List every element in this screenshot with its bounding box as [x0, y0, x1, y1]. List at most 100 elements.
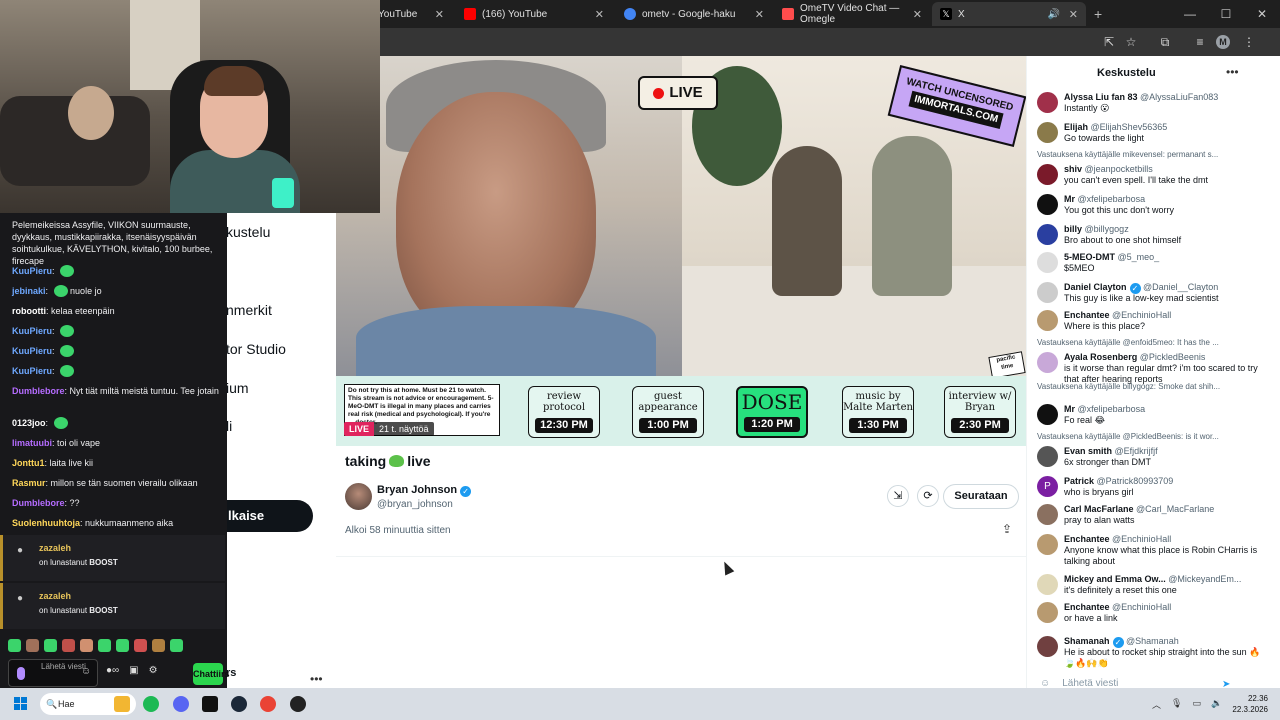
- browser-menu-icon[interactable]: ⋮: [1241, 34, 1257, 50]
- avatar[interactable]: [1037, 574, 1058, 595]
- spotify-icon[interactable]: [143, 696, 159, 712]
- avatar[interactable]: [1037, 252, 1058, 273]
- emote-icon[interactable]: [170, 639, 183, 652]
- chat-send-button[interactable]: Chattiirs: [193, 663, 230, 685]
- steam-icon[interactable]: [231, 696, 247, 712]
- chat-username[interactable]: KuuPieru: [12, 346, 52, 356]
- chat-username[interactable]: Suolenhuuhtoja: [12, 518, 80, 528]
- account-menu-icon[interactable]: •••: [310, 672, 323, 686]
- chat-username[interactable]: robootti: [12, 306, 46, 316]
- avatar[interactable]: [1037, 404, 1058, 425]
- chat-username[interactable]: Rasmur: [12, 478, 46, 488]
- avatar[interactable]: [1037, 92, 1058, 113]
- chrome-icon[interactable]: [260, 696, 276, 712]
- emote-icon[interactable]: [44, 639, 57, 652]
- windows-start-icon[interactable]: [14, 697, 28, 711]
- emote-picker-icon[interactable]: ☺: [81, 666, 91, 677]
- chat-author[interactable]: Elijah @ElijahShev56365: [1064, 122, 1167, 132]
- emote-icon[interactable]: [62, 639, 75, 652]
- avatar[interactable]: [1037, 310, 1058, 331]
- x-app-icon[interactable]: [202, 696, 218, 712]
- avatar[interactable]: [1037, 224, 1058, 245]
- chat-author[interactable]: 5-MEO-DMT @5_meo_: [1064, 252, 1159, 262]
- chat-username[interactable]: KuuPieru: [12, 326, 52, 336]
- avatar[interactable]: [1037, 636, 1058, 657]
- chat-author[interactable]: Carl MacFarlane @Carl_MacFarlane: [1064, 504, 1214, 514]
- chat-author[interactable]: Ayala Rosenberg @PickledBeenis: [1064, 352, 1205, 362]
- sidebar-item-chat[interactable]: kustelu: [226, 224, 270, 240]
- stream-chat-input[interactable]: Lähetä viesti ☺: [8, 659, 98, 687]
- emote-icon[interactable]: [116, 639, 129, 652]
- avatar[interactable]: [1037, 282, 1058, 303]
- tab-close-icon[interactable]: ✕: [595, 8, 604, 21]
- tray-expand-icon[interactable]: ︿: [1152, 698, 1161, 711]
- audio-playing-icon[interactable]: 🔊: [1048, 9, 1060, 20]
- chat-author[interactable]: Alyssa Liu fan 83 @AlyssaLiuFan083: [1064, 92, 1218, 102]
- host-avatar[interactable]: [345, 483, 372, 510]
- chat-author[interactable]: Mickey and Emma Ow... @MickeyandEm...: [1064, 574, 1241, 584]
- chat-author[interactable]: Mr @xfelipebarbosa: [1064, 404, 1145, 414]
- chat-author[interactable]: billy @billygogz: [1064, 224, 1129, 234]
- chat-username[interactable]: 0123joo: [12, 418, 46, 428]
- install-app-icon[interactable]: ⇱: [1101, 34, 1117, 50]
- browser-tab[interactable]: (166) YouTube ✕: [456, 2, 612, 26]
- extensions-icon[interactable]: ⧉: [1157, 34, 1173, 50]
- avatar[interactable]: [1037, 602, 1058, 623]
- emote-icon[interactable]: [26, 639, 39, 652]
- chat-username[interactable]: KuuPieru: [12, 266, 52, 276]
- chat-author[interactable]: Enchantee @EnchinioHall: [1064, 534, 1171, 544]
- taskbar-clock[interactable]: 22.36 22.3.2026: [1232, 693, 1268, 715]
- obs-icon[interactable]: [290, 696, 306, 712]
- sidebar-item-creator-studio[interactable]: tor Studio: [226, 341, 286, 357]
- minimize-player-icon[interactable]: ⇲: [887, 485, 909, 507]
- chat-username[interactable]: jebinaki: [12, 286, 46, 296]
- broadcast-video[interactable]: LIVE WATCH UNCENSORED IMMORTALS.COM paci…: [336, 56, 1026, 446]
- sidebar-item-premium[interactable]: ium: [226, 380, 249, 396]
- tab-close-icon[interactable]: ✕: [755, 8, 764, 21]
- chat-author[interactable]: shiv @jeanpocketbills: [1064, 164, 1153, 174]
- browser-tab[interactable]: ometv - Google-haku ✕: [616, 2, 772, 26]
- chat-username[interactable]: limatuubi: [12, 438, 52, 448]
- chat-author[interactable]: Evan smith @Efjdkrijfjf: [1064, 446, 1158, 456]
- emote-icon[interactable]: [98, 639, 111, 652]
- chat-author[interactable]: Enchantee @EnchinioHall: [1064, 310, 1171, 320]
- network-icon[interactable]: ▭: [1192, 698, 1201, 711]
- avatar[interactable]: [1037, 446, 1058, 467]
- chat-username[interactable]: Dumblebore: [12, 498, 65, 508]
- tab-close-icon[interactable]: ✕: [1069, 8, 1078, 21]
- close-window-icon[interactable]: ✕: [1244, 0, 1280, 28]
- bookmark-star-icon[interactable]: ☆: [1123, 34, 1139, 50]
- more-options-icon[interactable]: •••: [1226, 65, 1239, 79]
- tab-close-icon[interactable]: ✕: [913, 8, 922, 21]
- tab-close-icon[interactable]: ✕: [435, 8, 444, 21]
- avatar[interactable]: [1037, 534, 1058, 555]
- gift-icon[interactable]: ▣: [129, 665, 138, 676]
- browser-tab-active[interactable]: 𝕏 X 🔊 ✕: [932, 2, 1086, 26]
- avatar[interactable]: [1037, 194, 1058, 215]
- notifications-icon[interactable]: ⟳: [917, 485, 939, 507]
- sidebar-item-bookmarks[interactable]: nmerkit: [226, 302, 272, 318]
- avatar[interactable]: [1037, 164, 1058, 185]
- volume-icon[interactable]: 🔉: [1211, 698, 1222, 711]
- maximize-icon[interactable]: ☐: [1208, 0, 1244, 28]
- chat-username[interactable]: Jonttu1: [12, 458, 45, 468]
- chat-username[interactable]: Dumblebore: [12, 386, 65, 396]
- chat-author[interactable]: Enchantee @EnchinioHall: [1064, 602, 1171, 612]
- minimize-icon[interactable]: —: [1172, 0, 1208, 28]
- settings-gear-icon[interactable]: ⚙: [149, 665, 158, 676]
- follow-button[interactable]: Seurataan: [943, 484, 1019, 509]
- reading-list-icon[interactable]: ≡: [1192, 34, 1208, 50]
- chat-author[interactable]: Patrick @Patrick80993709: [1064, 476, 1173, 486]
- emote-icon[interactable]: [152, 639, 165, 652]
- avatar[interactable]: [1037, 352, 1058, 373]
- chat-author[interactable]: Mr @xfelipebarbosa: [1064, 194, 1145, 204]
- browser-tab[interactable]: YouTube ✕: [370, 2, 452, 26]
- avatar[interactable]: P: [1037, 476, 1058, 497]
- share-icon[interactable]: ⇪: [1002, 522, 1012, 536]
- chat-username[interactable]: KuuPieru: [12, 366, 52, 376]
- emote-icon[interactable]: [80, 639, 93, 652]
- mic-icon[interactable]: [17, 667, 25, 680]
- microphone-icon[interactable]: 🎙: [1171, 698, 1182, 711]
- discord-icon[interactable]: [173, 696, 189, 712]
- new-tab-icon[interactable]: +: [1094, 6, 1102, 22]
